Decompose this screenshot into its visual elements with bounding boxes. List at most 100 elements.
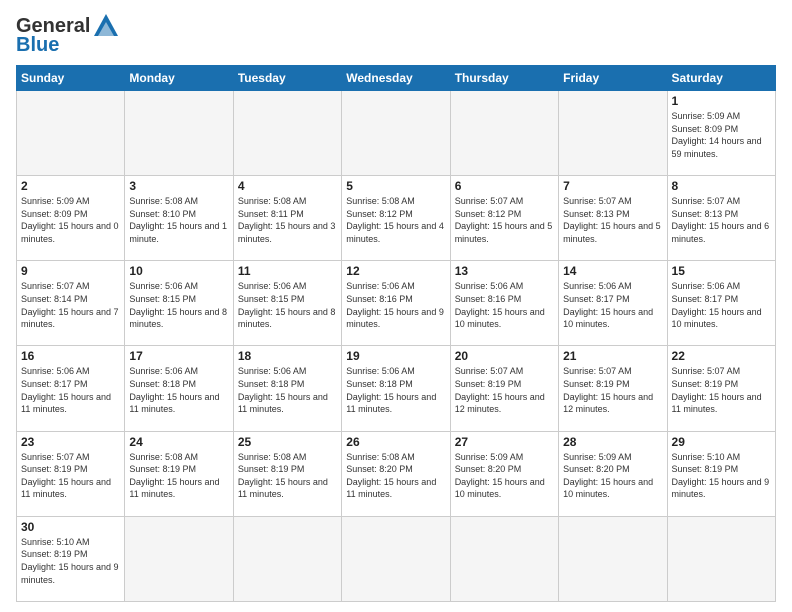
day-info: Sunrise: 5:07 AM Sunset: 8:14 PM Dayligh…	[21, 280, 120, 330]
calendar-cell: 11Sunrise: 5:06 AM Sunset: 8:15 PM Dayli…	[233, 261, 341, 346]
day-number: 9	[21, 264, 120, 278]
day-number: 23	[21, 435, 120, 449]
day-info: Sunrise: 5:06 AM Sunset: 8:16 PM Dayligh…	[455, 280, 554, 330]
day-info: Sunrise: 5:06 AM Sunset: 8:15 PM Dayligh…	[129, 280, 228, 330]
day-info: Sunrise: 5:08 AM Sunset: 8:11 PM Dayligh…	[238, 195, 337, 245]
calendar-cell: 27 Sunrise: 5:09 AM Sunset: 8:20 PM Dayli…	[450, 431, 558, 516]
day-info: Sunrise: 5:07 AM Sunset: 8:19 PM Dayligh…	[563, 365, 662, 415]
logo-triangle-icon	[92, 12, 120, 40]
calendar-cell: 12Sunrise: 5:06 AM Sunset: 8:16 PM Dayli…	[342, 261, 450, 346]
weekday-header-thursday: Thursday	[450, 66, 558, 91]
calendar-cell	[233, 516, 341, 601]
calendar-cell: 17Sunrise: 5:06 AM Sunset: 8:18 PM Dayli…	[125, 346, 233, 431]
calendar-cell: 19Sunrise: 5:06 AM Sunset: 8:18 PM Dayli…	[342, 346, 450, 431]
day-info: Sunrise: 5:07 AM Sunset: 8:13 PM Dayligh…	[672, 195, 771, 245]
calendar-cell: 26 Sunrise: 5:08 AM Sunset: 8:20 PM Dayli…	[342, 431, 450, 516]
calendar-cell	[125, 91, 233, 176]
weekday-header-wednesday: Wednesday	[342, 66, 450, 91]
day-number: 7	[563, 179, 662, 193]
day-info: Sunrise: 5:08 AM Sunset: 8:19 PM Dayligh…	[129, 451, 228, 501]
day-info: Sunrise: 5:09 AM Sunset: 8:20 PM Dayligh…	[563, 451, 662, 501]
calendar-cell: 15 Sunrise: 5:06 AM Sunset: 8:17 PM Dayli…	[667, 261, 775, 346]
calendar-cell: 21 Sunrise: 5:07 AM Sunset: 8:19 PM Dayli…	[559, 346, 667, 431]
day-info: Sunrise: 5:06 AM Sunset: 8:17 PM Dayligh…	[672, 280, 771, 330]
weekday-header-friday: Friday	[559, 66, 667, 91]
day-info: Sunrise: 5:07 AM Sunset: 8:19 PM Dayligh…	[672, 365, 771, 415]
day-number: 22	[672, 349, 771, 363]
day-number: 4	[238, 179, 337, 193]
day-info: Sunrise: 5:08 AM Sunset: 8:20 PM Dayligh…	[346, 451, 445, 501]
day-info: Sunrise: 5:09 AM Sunset: 8:09 PM Dayligh…	[21, 195, 120, 245]
calendar-cell	[342, 516, 450, 601]
calendar-cell	[17, 91, 125, 176]
calendar-week-row: 2Sunrise: 5:09 AM Sunset: 8:09 PM Daylig…	[17, 176, 776, 261]
day-number: 1	[672, 94, 771, 108]
day-info: Sunrise: 5:07 AM Sunset: 8:12 PM Dayligh…	[455, 195, 554, 245]
calendar-cell: 22 Sunrise: 5:07 AM Sunset: 8:19 PM Dayli…	[667, 346, 775, 431]
day-info: Sunrise: 5:10 AM Sunset: 8:19 PM Dayligh…	[21, 536, 120, 586]
calendar-week-row: 23 Sunrise: 5:07 AM Sunset: 8:19 PM Dayli…	[17, 431, 776, 516]
calendar-cell: 23 Sunrise: 5:07 AM Sunset: 8:19 PM Dayli…	[17, 431, 125, 516]
calendar-cell	[559, 516, 667, 601]
day-info: Sunrise: 5:10 AM Sunset: 8:19 PM Dayligh…	[672, 451, 771, 501]
day-number: 16	[21, 349, 120, 363]
calendar-cell	[450, 91, 558, 176]
weekday-header-saturday: Saturday	[667, 66, 775, 91]
calendar-cell	[450, 516, 558, 601]
day-number: 21	[563, 349, 662, 363]
calendar-cell: 9 Sunrise: 5:07 AM Sunset: 8:14 PM Daylig…	[17, 261, 125, 346]
day-number: 26	[346, 435, 445, 449]
weekday-header-sunday: Sunday	[17, 66, 125, 91]
logo-blue: Blue	[16, 34, 59, 57]
calendar-cell: 14 Sunrise: 5:06 AM Sunset: 8:17 PM Dayli…	[559, 261, 667, 346]
day-info: Sunrise: 5:08 AM Sunset: 8:10 PM Dayligh…	[129, 195, 228, 245]
calendar-cell: 16Sunrise: 5:06 AM Sunset: 8:17 PM Dayli…	[17, 346, 125, 431]
day-number: 12	[346, 264, 445, 278]
calendar-cell: 30Sunrise: 5:10 AM Sunset: 8:19 PM Dayli…	[17, 516, 125, 601]
day-number: 17	[129, 349, 228, 363]
day-number: 10	[129, 264, 228, 278]
day-number: 8	[672, 179, 771, 193]
day-info: Sunrise: 5:06 AM Sunset: 8:17 PM Dayligh…	[563, 280, 662, 330]
calendar-cell: 4 Sunrise: 5:08 AM Sunset: 8:11 PM Daylig…	[233, 176, 341, 261]
calendar-week-row: 9 Sunrise: 5:07 AM Sunset: 8:14 PM Daylig…	[17, 261, 776, 346]
day-number: 20	[455, 349, 554, 363]
day-number: 27	[455, 435, 554, 449]
calendar-cell: 10 Sunrise: 5:06 AM Sunset: 8:15 PM Dayli…	[125, 261, 233, 346]
calendar-cell: 13 Sunrise: 5:06 AM Sunset: 8:16 PM Dayli…	[450, 261, 558, 346]
calendar-week-row: 1 Sunrise: 5:09 AM Sunset: 8:09 PM Daylig…	[17, 91, 776, 176]
calendar-cell: 7 Sunrise: 5:07 AM Sunset: 8:13 PM Daylig…	[559, 176, 667, 261]
day-number: 3	[129, 179, 228, 193]
calendar-cell: 20 Sunrise: 5:07 AM Sunset: 8:19 PM Dayli…	[450, 346, 558, 431]
day-info: Sunrise: 5:09 AM Sunset: 8:09 PM Dayligh…	[672, 110, 771, 160]
calendar-week-row: 16Sunrise: 5:06 AM Sunset: 8:17 PM Dayli…	[17, 346, 776, 431]
weekday-header-row: SundayMondayTuesdayWednesdayThursdayFrid…	[17, 66, 776, 91]
day-number: 18	[238, 349, 337, 363]
header: General Blue	[16, 12, 776, 57]
day-number: 15	[672, 264, 771, 278]
calendar-cell: 1 Sunrise: 5:09 AM Sunset: 8:09 PM Daylig…	[667, 91, 775, 176]
day-number: 6	[455, 179, 554, 193]
calendar-cell: 28Sunrise: 5:09 AM Sunset: 8:20 PM Dayli…	[559, 431, 667, 516]
day-number: 25	[238, 435, 337, 449]
calendar-cell: 29Sunrise: 5:10 AM Sunset: 8:19 PM Dayli…	[667, 431, 775, 516]
day-number: 13	[455, 264, 554, 278]
day-info: Sunrise: 5:09 AM Sunset: 8:20 PM Dayligh…	[455, 451, 554, 501]
calendar-cell	[342, 91, 450, 176]
calendar-cell: 18 Sunrise: 5:06 AM Sunset: 8:18 PM Dayli…	[233, 346, 341, 431]
calendar-cell	[233, 91, 341, 176]
day-info: Sunrise: 5:07 AM Sunset: 8:19 PM Dayligh…	[455, 365, 554, 415]
calendar-cell	[667, 516, 775, 601]
calendar-cell	[559, 91, 667, 176]
day-info: Sunrise: 5:07 AM Sunset: 8:19 PM Dayligh…	[21, 451, 120, 501]
calendar-cell: 25Sunrise: 5:08 AM Sunset: 8:19 PM Dayli…	[233, 431, 341, 516]
calendar-page: General Blue SundayMondayTuesdayWednesda…	[0, 0, 792, 612]
day-info: Sunrise: 5:08 AM Sunset: 8:12 PM Dayligh…	[346, 195, 445, 245]
day-number: 14	[563, 264, 662, 278]
calendar-cell: 3 Sunrise: 5:08 AM Sunset: 8:10 PM Daylig…	[125, 176, 233, 261]
logo: General Blue	[16, 12, 120, 57]
day-info: Sunrise: 5:06 AM Sunset: 8:18 PM Dayligh…	[238, 365, 337, 415]
day-info: Sunrise: 5:06 AM Sunset: 8:15 PM Dayligh…	[238, 280, 337, 330]
day-info: Sunrise: 5:07 AM Sunset: 8:13 PM Dayligh…	[563, 195, 662, 245]
calendar-table: SundayMondayTuesdayWednesdayThursdayFrid…	[16, 65, 776, 602]
